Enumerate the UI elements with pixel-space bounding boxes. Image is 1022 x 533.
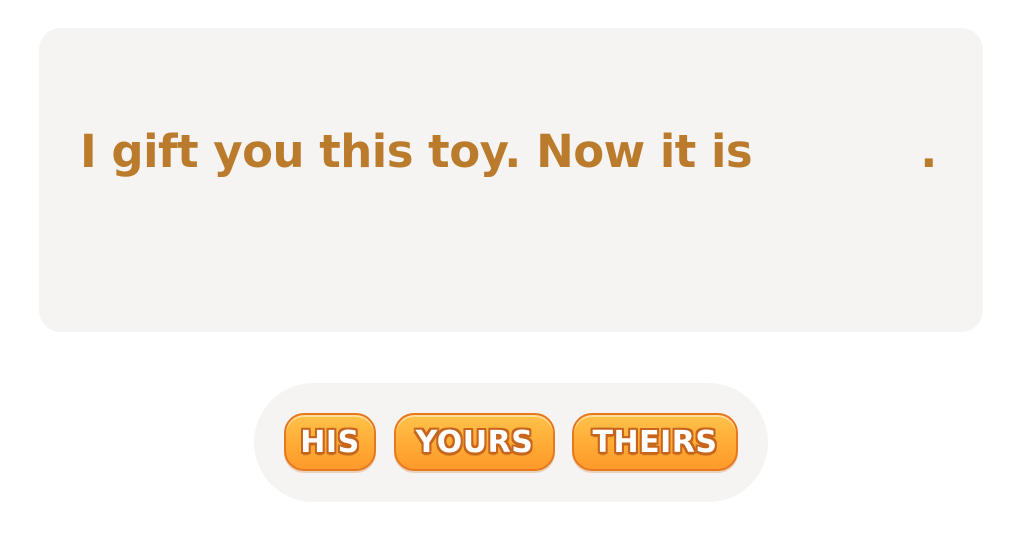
choice-label: YOURS (415, 424, 534, 460)
choice-label: HIS (300, 424, 360, 460)
sentence-period: . (920, 125, 938, 178)
choice-button-his[interactable]: HIS (284, 413, 376, 471)
choice-button-yours[interactable]: YOURS (394, 413, 555, 471)
choice-label: THEIRS (592, 424, 718, 460)
answer-choices-tray: HIS YOURS THEIRS (254, 383, 768, 502)
game-stage: I gift you this toy. Now it is . HIS YOU… (0, 0, 1022, 533)
sentence-row: I gift you this toy. Now it is . (80, 124, 937, 180)
choice-button-theirs[interactable]: THEIRS (572, 413, 738, 471)
sentence-card: I gift you this toy. Now it is . (39, 28, 983, 332)
answer-drop-slot[interactable] (752, 127, 920, 167)
sentence-text: I gift you this toy. Now it is (80, 125, 753, 178)
